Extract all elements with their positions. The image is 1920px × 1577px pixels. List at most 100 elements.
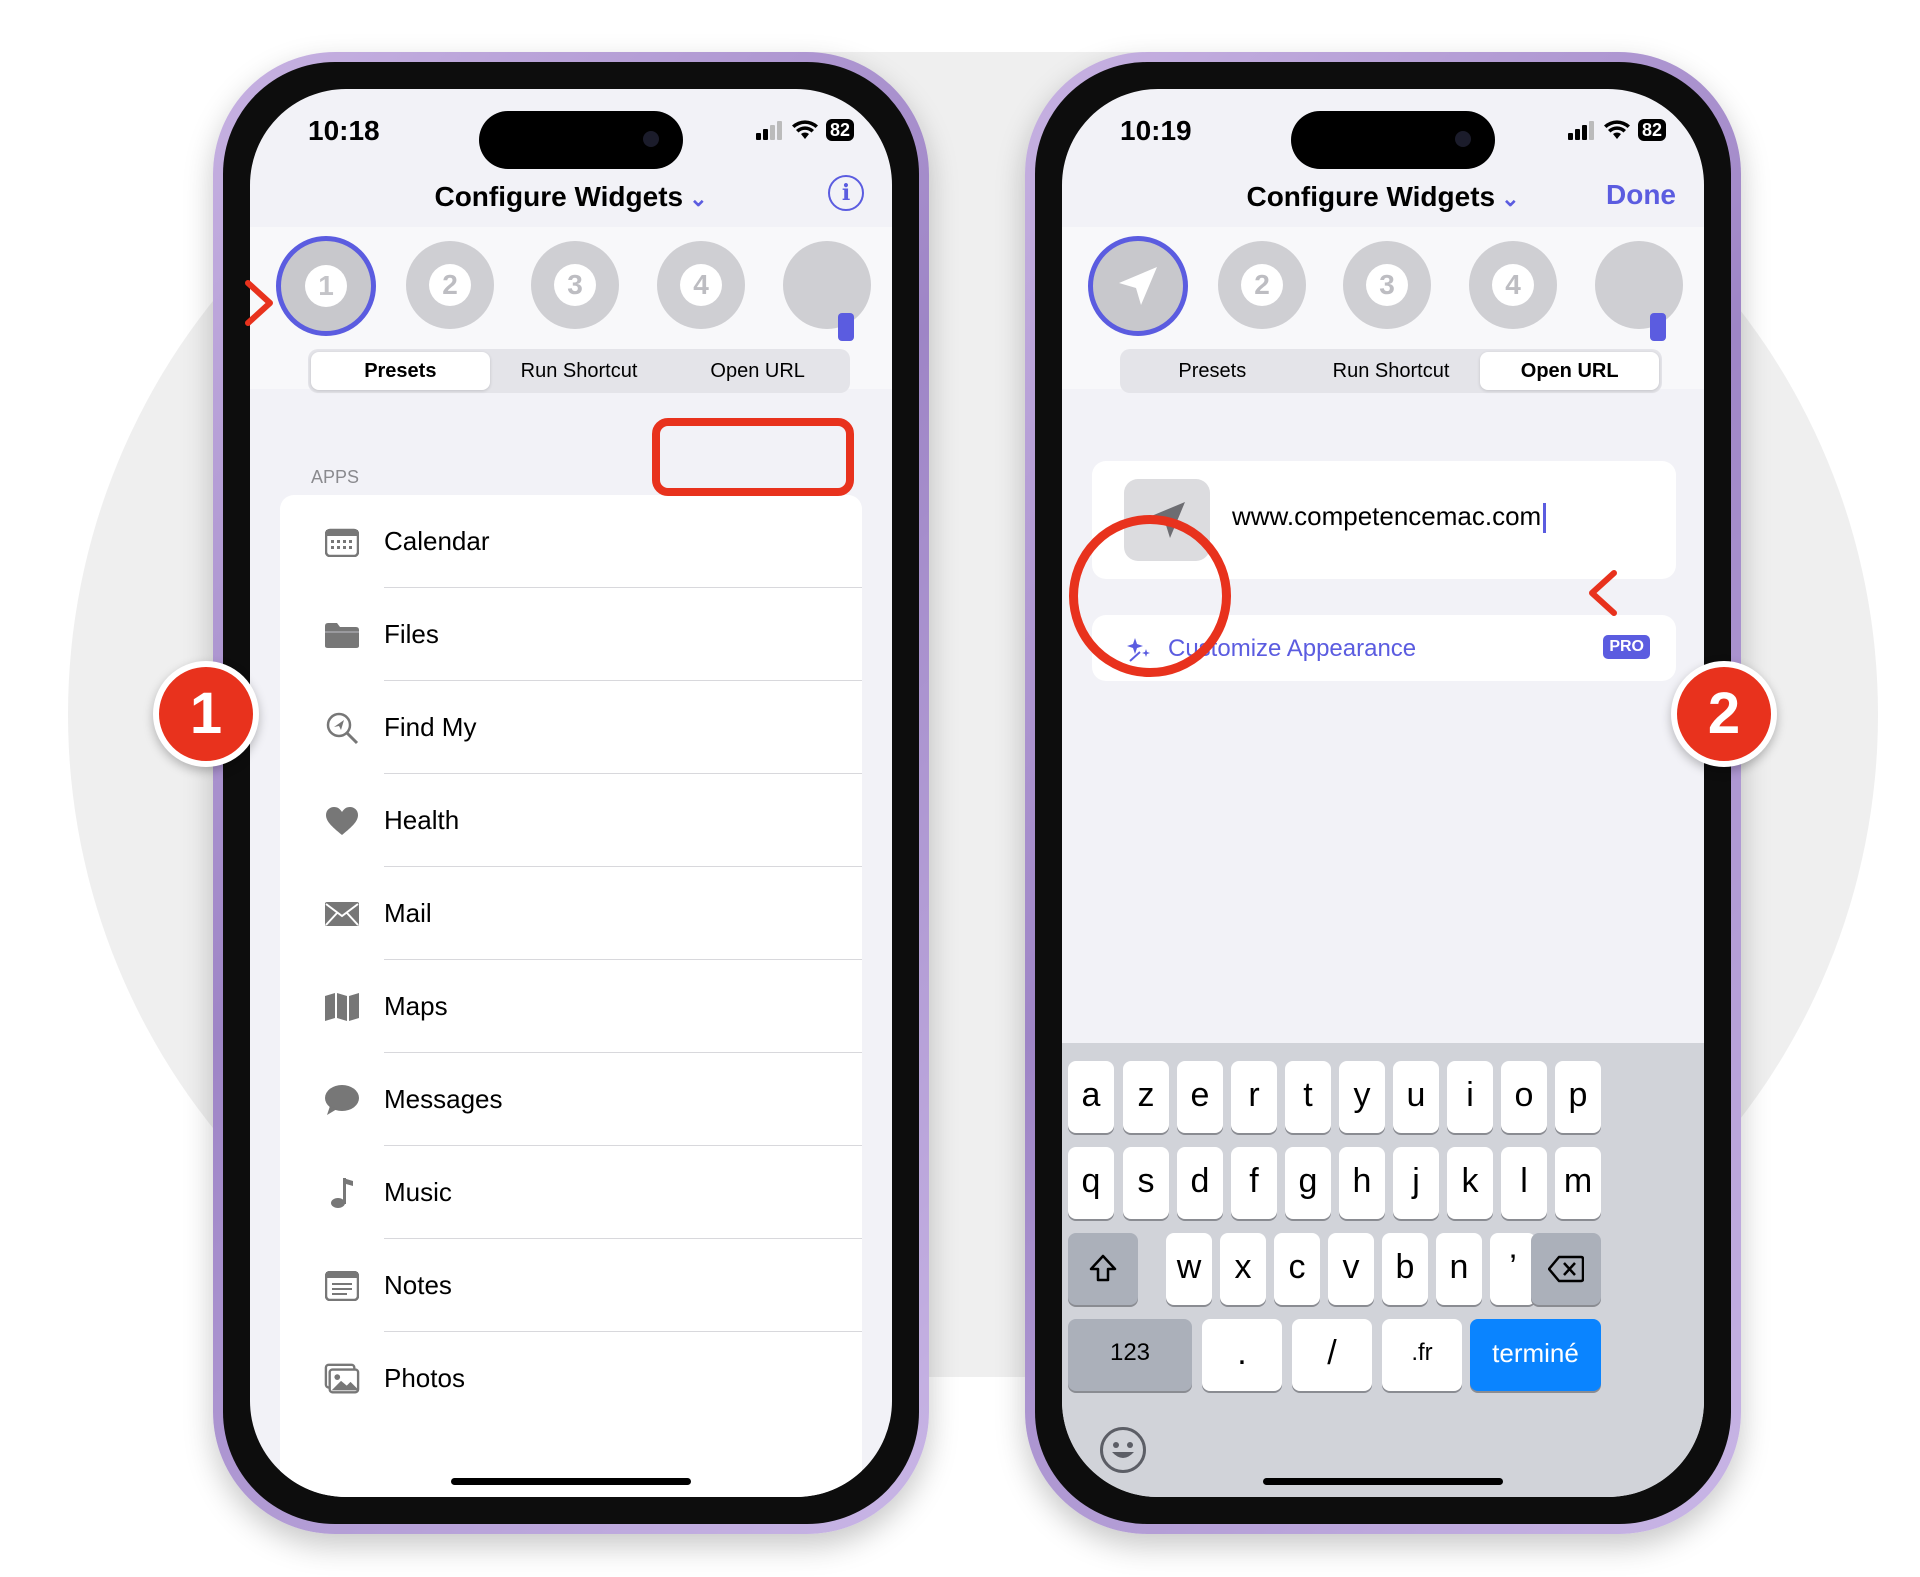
widget-slot-2[interactable]: 2: [1218, 241, 1306, 329]
keyboard-row-2: q s d f g h j k l m: [1062, 1147, 1704, 1219]
list-item[interactable]: Photos: [280, 1332, 862, 1425]
list-item[interactable]: Notes: [280, 1239, 862, 1332]
slot-number: 2: [429, 264, 471, 306]
widget-slot-4[interactable]: 4: [657, 241, 745, 329]
key[interactable]: l: [1501, 1147, 1547, 1219]
key[interactable]: ’: [1490, 1233, 1536, 1305]
key[interactable]: r: [1231, 1061, 1277, 1133]
key[interactable]: z: [1123, 1061, 1169, 1133]
key[interactable]: g: [1285, 1147, 1331, 1219]
list-item-label: Notes: [384, 1270, 452, 1300]
photos-icon: [324, 1361, 360, 1397]
done-key[interactable]: terminé: [1470, 1319, 1601, 1391]
widget-slot-2[interactable]: 2: [406, 241, 494, 329]
list-item[interactable]: Files: [280, 588, 862, 681]
slash-key[interactable]: /: [1292, 1319, 1372, 1391]
key[interactable]: w: [1166, 1233, 1212, 1305]
numbers-key[interactable]: 123: [1068, 1319, 1192, 1391]
dynamic-island: [1291, 111, 1495, 169]
nav-title[interactable]: Configure Widgets ⌄: [250, 181, 892, 213]
key[interactable]: v: [1328, 1233, 1374, 1305]
wifi-icon: [791, 120, 818, 139]
list-item-label: Files: [384, 619, 439, 649]
key[interactable]: i: [1447, 1061, 1493, 1133]
list-item-label: Find My: [384, 712, 477, 742]
url-value: www.competencemac.com: [1232, 501, 1542, 531]
key[interactable]: k: [1447, 1147, 1493, 1219]
key[interactable]: j: [1393, 1147, 1439, 1219]
segment-presets[interactable]: Presets: [311, 352, 490, 390]
shift-key[interactable]: [1068, 1233, 1138, 1305]
widget-slot-1[interactable]: [1088, 236, 1188, 336]
key[interactable]: t: [1285, 1061, 1331, 1133]
list-item[interactable]: Music: [280, 1146, 862, 1239]
segment-run-shortcut[interactable]: Run Shortcut: [1302, 352, 1481, 390]
arrow-right-icon: [80, 280, 273, 326]
home-indicator: [451, 1478, 691, 1485]
wifi-icon: [1603, 120, 1630, 139]
music-note-icon: [324, 1175, 360, 1211]
phone-bezel: 10:18 82 Configure Widgets ⌄ i 1 2 3 4 Pr…: [223, 62, 919, 1524]
widget-slot-3[interactable]: 3: [531, 241, 619, 329]
key[interactable]: d: [1177, 1147, 1223, 1219]
key[interactable]: q: [1068, 1147, 1114, 1219]
key[interactable]: n: [1436, 1233, 1482, 1305]
segment-presets[interactable]: Presets: [1123, 352, 1302, 390]
list-item[interactable]: Messages: [280, 1053, 862, 1146]
status-time: 10:19: [1120, 115, 1192, 146]
segment-run-shortcut[interactable]: Run Shortcut: [490, 352, 669, 390]
slot-number: 4: [680, 264, 722, 306]
key[interactable]: b: [1382, 1233, 1428, 1305]
arrow-left-icon: [1589, 570, 1912, 616]
camera-icon: [643, 131, 659, 147]
phone-left: 10:18 82 Configure Widgets ⌄ i 1 2 3 4 Pr…: [213, 52, 929, 1534]
done-button[interactable]: Done: [1606, 179, 1676, 211]
key[interactable]: a: [1068, 1061, 1114, 1133]
list-item[interactable]: Calendar: [280, 495, 862, 588]
dynamic-island: [479, 111, 683, 169]
widget-slot-5[interactable]: [1595, 241, 1683, 329]
widget-slot-5[interactable]: [783, 241, 871, 329]
screen-right: 10:19 82 Configure Widgets ⌄ Done 2 3 4 P…: [1062, 89, 1704, 1497]
key[interactable]: x: [1220, 1233, 1266, 1305]
keyboard-row-3: w x c v b n ’: [1062, 1233, 1704, 1305]
info-button[interactable]: i: [828, 175, 864, 211]
segment-open-url[interactable]: Open URL: [1480, 352, 1660, 390]
key[interactable]: c: [1274, 1233, 1320, 1305]
key[interactable]: p: [1555, 1061, 1601, 1133]
list-item[interactable]: Find My: [280, 681, 862, 774]
signal-icon: [755, 121, 782, 140]
url-input[interactable]: www.competencemac.com: [1232, 501, 1547, 534]
phone-bezel: 10:19 82 Configure Widgets ⌄ Done 2 3 4 P…: [1035, 62, 1731, 1524]
list-item[interactable]: Mail: [280, 867, 862, 960]
widget-slot-4[interactable]: 4: [1469, 241, 1557, 329]
widget-slot-1[interactable]: 1: [276, 236, 376, 336]
list-item[interactable]: Maps: [280, 960, 862, 1053]
text-caret: [1543, 503, 1547, 534]
key[interactable]: u: [1393, 1061, 1439, 1133]
slot-number: 2: [1241, 264, 1283, 306]
screen-left: 10:18 82 Configure Widgets ⌄ i 1 2 3 4 Pr…: [250, 89, 892, 1497]
key[interactable]: y: [1339, 1061, 1385, 1133]
list-item[interactable]: Health: [280, 774, 862, 867]
key[interactable]: m: [1555, 1147, 1601, 1219]
domain-key[interactable]: .fr: [1382, 1319, 1462, 1391]
key[interactable]: h: [1339, 1147, 1385, 1219]
key[interactable]: f: [1231, 1147, 1277, 1219]
delete-key[interactable]: [1531, 1233, 1601, 1305]
key[interactable]: o: [1501, 1061, 1547, 1133]
notes-icon: [324, 1268, 360, 1304]
segment-open-url[interactable]: Open URL: [668, 352, 847, 390]
key[interactable]: e: [1177, 1061, 1223, 1133]
slot-number: 4: [1492, 264, 1534, 306]
phone-right: 10:19 82 Configure Widgets ⌄ Done 2 3 4 P…: [1025, 52, 1741, 1534]
widget-slot-3[interactable]: 3: [1343, 241, 1431, 329]
mode-segmented-control: Presets Run Shortcut Open URL: [1120, 349, 1662, 393]
key[interactable]: s: [1123, 1147, 1169, 1219]
keyboard: a z e r t y u i o p q s d f g h j k l m …: [1062, 1043, 1704, 1497]
period-key[interactable]: .: [1202, 1319, 1282, 1391]
home-indicator: [1263, 1478, 1503, 1485]
pro-badge-mini: [838, 313, 854, 341]
highlight-url-icon: [1069, 515, 1231, 677]
emoji-icon[interactable]: [1100, 1427, 1146, 1473]
